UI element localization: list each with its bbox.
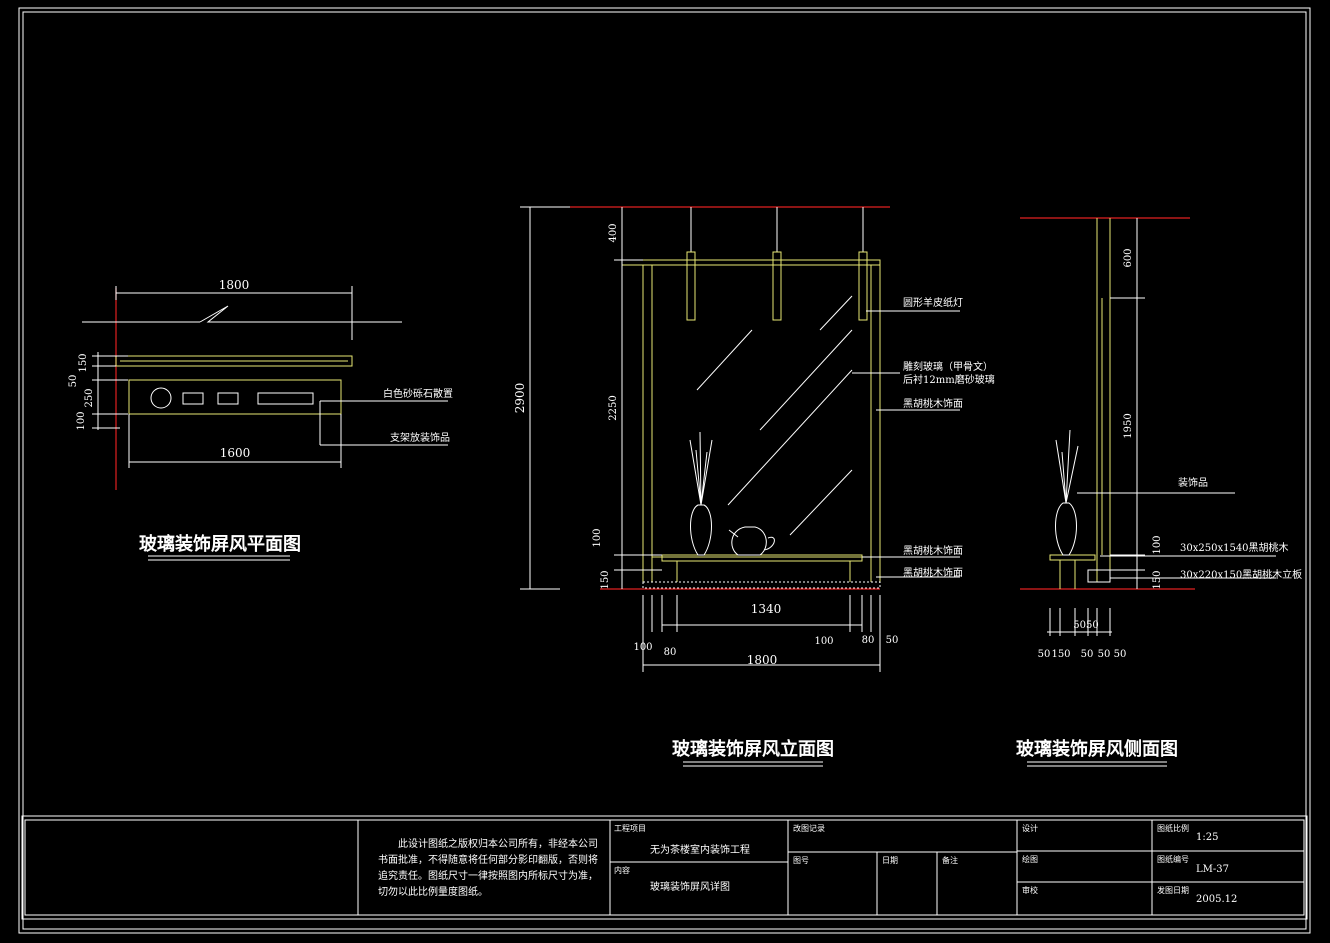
side-vase xyxy=(1055,502,1077,556)
tb-number-label: 图纸编号 xyxy=(1157,854,1189,864)
plan-dim-100: 100 xyxy=(76,411,87,430)
elev-label-glass1: 雕刻玻璃（甲骨文） xyxy=(903,360,993,373)
elev-label-wood3: 黑胡桃木饰面 xyxy=(903,566,963,579)
elev-dim-2900: 2900 xyxy=(513,383,527,414)
tb-notice-line-2: 书面批准，不得随意将任何部分影印翻版，否则将 xyxy=(378,853,598,866)
elev-dim-1800: 1800 xyxy=(747,653,778,667)
elev-stone-base xyxy=(642,581,881,589)
plan-label-stand: 支架放装饰品 xyxy=(390,431,450,444)
elev-dim-80a: 80 xyxy=(664,647,677,658)
plan-view: 1800 白色砂砾石散置 支架放装饰品 150 50 250 100 1600 … xyxy=(68,278,453,561)
side-shelf xyxy=(1049,554,1096,561)
tb-draw-label: 绘图 xyxy=(1022,854,1038,864)
tb-design-label: 设计 xyxy=(1022,823,1038,833)
plan-stone-tray xyxy=(128,379,342,415)
side-dim-150: 150 xyxy=(1152,570,1163,589)
elev-glass-panel xyxy=(651,264,872,558)
tb-content-value: 玻璃装饰屏风详图 xyxy=(650,880,730,893)
plan-dim-50: 50 xyxy=(68,375,79,388)
elev-label-lamp: 圆形羊皮纸灯 xyxy=(903,296,963,309)
side-dim-b50b: 50 xyxy=(1081,649,1094,660)
elev-dim-100: 100 xyxy=(592,528,603,547)
plan-dim-250: 250 xyxy=(84,388,95,407)
tb-revision-label: 改图记录 xyxy=(793,823,825,833)
plan-label-stone: 白色砂砾石散置 xyxy=(383,387,453,400)
tb-content-label: 内容 xyxy=(614,865,630,875)
elev-label-wood1: 黑胡桃木饰面 xyxy=(903,397,963,410)
tb-notice-line-3: 追究责任。图纸尺寸一律按照图内所标尺寸为准， xyxy=(378,869,598,882)
title-block xyxy=(21,815,1308,920)
elevation-view: 2900 400 2250 100 150 圆形羊皮纸灯 雕刻玻璃（甲骨文） 后… xyxy=(513,206,995,767)
plan-vase-circle xyxy=(150,387,172,409)
tb-check-label: 审校 xyxy=(1022,885,1038,895)
side-view: 600 1950 100 150 装饰品 30x250x1540黑胡桃木 30x… xyxy=(1016,217,1302,767)
tb-number-value: LM-37 xyxy=(1196,864,1229,875)
plan-dim-150: 150 xyxy=(78,353,89,372)
elev-teapot xyxy=(731,526,767,556)
elev-pendant-lamps xyxy=(686,207,868,321)
side-title: 玻璃装饰屏风侧面图 xyxy=(1016,738,1178,760)
elev-top-rail xyxy=(621,259,881,266)
tb-date-label: 日期 xyxy=(882,856,898,865)
plan-title: 玻璃装饰屏风平面图 xyxy=(139,533,301,555)
side-dim-100: 100 xyxy=(1152,535,1163,554)
sheet-frame-inner xyxy=(22,11,1307,930)
elevation-title: 玻璃装饰屏风立面图 xyxy=(672,738,834,760)
side-dim-5050: 5050 xyxy=(1073,620,1098,631)
side-label-board2: 30x220x150黑胡桃木立板 xyxy=(1180,568,1302,581)
elev-shelf xyxy=(661,554,863,562)
elev-dim-100b: 100 xyxy=(814,636,833,647)
elev-dim-100a: 100 xyxy=(633,642,652,653)
plan-break-line xyxy=(199,305,402,323)
tb-notice-line-1: 此设计图纸之版权归本公司所有，非经本公司 xyxy=(398,837,598,850)
side-label-deco: 装饰品 xyxy=(1178,476,1208,489)
side-dim-1950: 1950 xyxy=(1123,413,1134,438)
tb-drawing-no-label: 图号 xyxy=(793,856,809,865)
tb-scale-value: 1:25 xyxy=(1196,832,1218,843)
side-label-board1: 30x250x1540黑胡桃木 xyxy=(1180,541,1289,554)
sheet-frame xyxy=(18,7,1311,934)
elev-label-glass2: 后衬12mm磨砂玻璃 xyxy=(903,373,995,386)
tb-issue-value: 2005.12 xyxy=(1196,894,1237,905)
elev-dim-400: 400 xyxy=(608,223,619,242)
tb-remark-label: 备注 xyxy=(942,855,958,865)
elev-dim-80b: 80 xyxy=(862,635,875,646)
side-dim-b50d: 50 xyxy=(1114,649,1127,660)
elev-vase xyxy=(690,504,712,556)
elev-dim-2250: 2250 xyxy=(608,395,619,420)
cad-drawing: 1800 白色砂砾石散置 支架放装饰品 150 50 250 100 1600 … xyxy=(18,7,1311,934)
plan-dim-1800: 1800 xyxy=(219,278,250,292)
tb-notice-line-4: 切勿以此比例量度图纸。 xyxy=(378,885,488,898)
side-dim-b50a: 50 xyxy=(1038,649,1051,660)
side-dim-b150: 150 xyxy=(1051,649,1070,660)
tb-issue-label: 发图日期 xyxy=(1157,885,1189,895)
tb-project-label: 工程项目 xyxy=(614,824,646,833)
elev-dim-50: 50 xyxy=(886,635,899,646)
elev-dim-150: 150 xyxy=(600,570,611,589)
elev-dim-1340: 1340 xyxy=(751,602,782,616)
plan-dim-1600: 1600 xyxy=(220,446,251,460)
elev-label-wood2: 黑胡桃木饰面 xyxy=(903,544,963,557)
tb-scale-label: 图纸比例 xyxy=(1157,823,1189,833)
side-dim-b50c: 50 xyxy=(1098,649,1111,660)
side-dim-600: 600 xyxy=(1123,248,1134,267)
tb-project-value: 无为茶楼室内装饰工程 xyxy=(650,843,750,856)
